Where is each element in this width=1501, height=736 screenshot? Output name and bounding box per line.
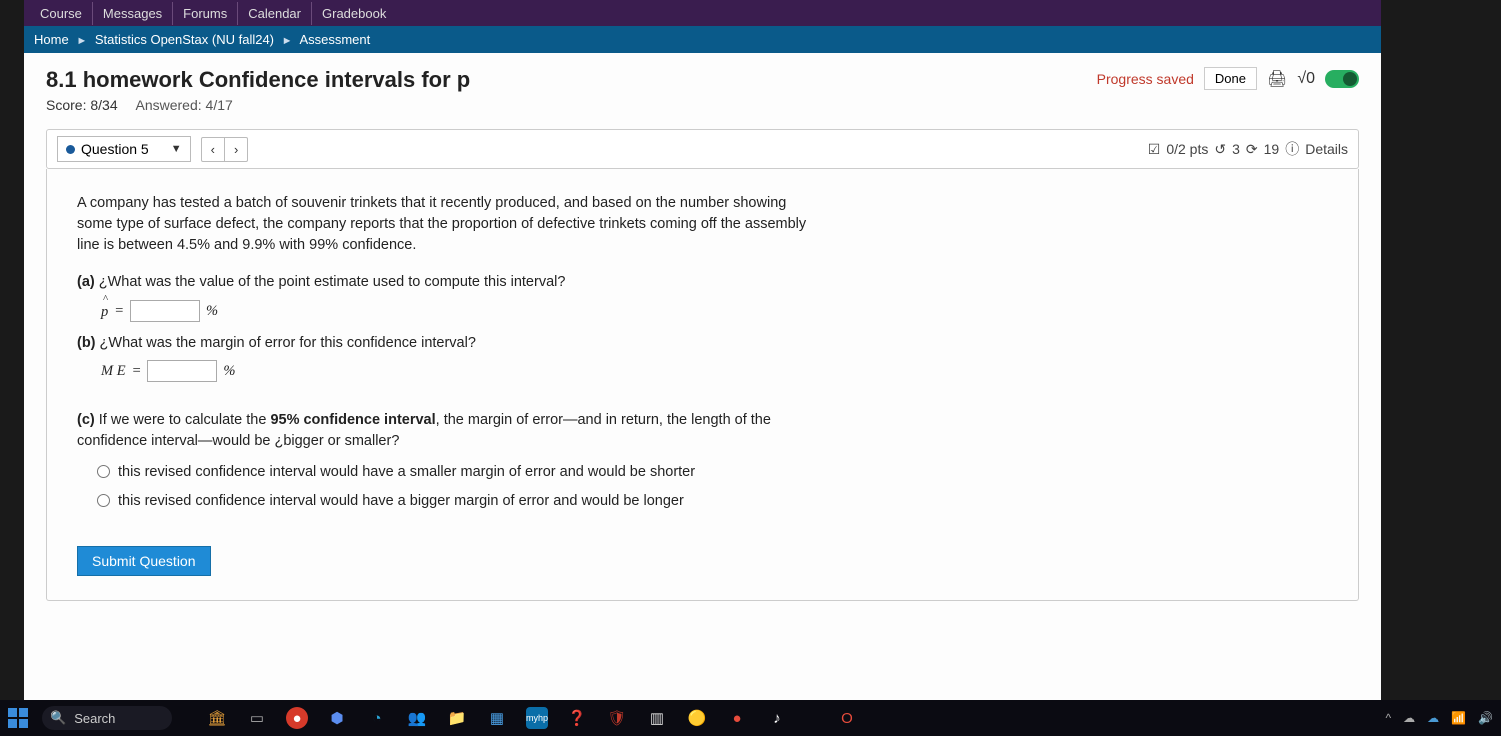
taskbar-app-icon[interactable]: ●	[286, 707, 308, 729]
nav-calendar[interactable]: Calendar	[238, 2, 312, 25]
taskbar-app-icon[interactable]: ⬢	[326, 707, 348, 729]
question-intro: A company has tested a batch of souvenir…	[77, 193, 817, 256]
search-placeholder: Search	[74, 711, 115, 726]
taskbar-search[interactable]: 🔍 Search	[42, 706, 172, 730]
question-nav: ‹ ›	[201, 137, 249, 162]
answered-text: Answered: 4/17	[136, 97, 233, 113]
details-link[interactable]: Details	[1305, 141, 1348, 157]
undo-icon: ↺	[1214, 141, 1226, 158]
tray-wifi-icon[interactable]: 📶	[1451, 711, 1466, 725]
part-a-input[interactable]	[130, 300, 200, 322]
part-b-unit: %	[223, 361, 235, 382]
score-text: Score: 8/34	[46, 97, 118, 113]
breadcrumb: Home ► Statistics OpenStax (NU fall24) ►…	[24, 26, 1381, 53]
question-label: Question 5	[81, 141, 149, 157]
next-question-button[interactable]: ›	[225, 138, 247, 161]
part-b-prompt: ¿What was the margin of error for this c…	[100, 335, 476, 351]
nav-gradebook[interactable]: Gradebook	[312, 2, 396, 25]
taskbar-store-icon[interactable]: ▦	[486, 707, 508, 729]
taskbar-help-icon[interactable]: ❓	[566, 707, 588, 729]
taskbar-taskview-icon[interactable]: ▭	[246, 707, 268, 729]
tray-volume-icon[interactable]: 🔊	[1478, 711, 1493, 725]
taskbar-teams-icon[interactable]: 👥	[406, 707, 428, 729]
retries-text: 3	[1232, 141, 1240, 157]
me-symbol: M E	[101, 361, 126, 382]
radio-bigger[interactable]	[97, 494, 110, 507]
tray-chevron-icon[interactable]: ^	[1385, 711, 1391, 725]
taskbar-explorer-icon[interactable]: 📁	[446, 707, 468, 729]
option-bigger[interactable]: this revised confidence interval would h…	[97, 491, 817, 512]
info-icon[interactable]: ⓘ	[1285, 139, 1299, 159]
attempts-text: 19	[1264, 141, 1280, 157]
p-hat-symbol: p	[101, 299, 108, 323]
crumb-course[interactable]: Statistics OpenStax (NU fall24)	[95, 32, 274, 47]
chevron-right-icon: ►	[76, 35, 87, 47]
taskbar-app-icon[interactable]: myhp	[526, 707, 548, 729]
progress-saved-label: Progress saved	[1097, 71, 1194, 87]
chevron-right-icon: ►	[282, 35, 293, 47]
math-sqrt-icon[interactable]: √0	[1297, 70, 1315, 88]
tray-cloud-icon[interactable]: ☁	[1403, 711, 1415, 725]
part-c-bold: 95% confidence interval	[270, 412, 435, 428]
nav-course[interactable]: Course	[30, 2, 93, 25]
crumb-home[interactable]: Home	[34, 32, 69, 47]
option-bigger-label: this revised confidence interval would h…	[118, 491, 684, 512]
taskbar-opera-icon[interactable]: O	[836, 707, 858, 729]
windows-taskbar: 🔍 Search 🏛 ▭ ● ⬢ ◔ 👥 📁 ▦ myhp ❓ 🛡 ▥ 🟡 ● …	[0, 700, 1501, 736]
done-button[interactable]: Done	[1204, 67, 1257, 90]
tray-onedrive-icon[interactable]: ☁	[1427, 711, 1439, 725]
part-c-label: (c)	[77, 412, 95, 428]
taskbar-app-icon[interactable]: ▥	[646, 707, 668, 729]
radio-smaller[interactable]	[97, 465, 110, 478]
refresh-icon: ⟳	[1246, 141, 1258, 158]
taskbar-chrome-icon[interactable]: 🟡	[686, 707, 708, 729]
settings-toggle[interactable]	[1325, 70, 1359, 88]
part-c-prompt-1: If we were to calculate the	[99, 412, 271, 428]
chevron-down-icon: ▼	[171, 143, 182, 155]
part-a-unit: %	[206, 301, 218, 322]
start-button[interactable]	[8, 708, 28, 728]
submit-question-button[interactable]: Submit Question	[77, 546, 211, 576]
status-dot-icon	[66, 145, 75, 154]
taskbar-tiktok-icon[interactable]: ♪	[766, 707, 788, 729]
option-smaller-label: this revised confidence interval would h…	[118, 462, 695, 483]
checkbox-icon: ☑	[1148, 141, 1161, 158]
page-title: 8.1 homework Confidence intervals for p	[46, 67, 470, 93]
option-smaller[interactable]: this revised confidence interval would h…	[97, 462, 817, 483]
points-text: 0/2 pts	[1166, 141, 1208, 157]
nav-messages[interactable]: Messages	[93, 2, 173, 25]
question-bar: Question 5 ▼ ‹ › ☑ 0/2 pts ↺ 3 ⟳ 19 ⓘ De…	[46, 129, 1359, 169]
taskbar-app-icon[interactable]: 🏛	[206, 707, 228, 729]
crumb-page: Assessment	[299, 32, 370, 47]
prev-question-button[interactable]: ‹	[202, 138, 225, 161]
taskbar-mcafee-icon[interactable]: 🛡	[606, 707, 628, 729]
question-select[interactable]: Question 5 ▼	[57, 136, 191, 162]
nav-forums[interactable]: Forums	[173, 2, 238, 25]
part-b-label: (b)	[77, 335, 96, 351]
search-icon: 🔍	[50, 710, 66, 726]
part-a-label: (a)	[77, 274, 95, 290]
print-icon[interactable]: 🖨	[1267, 69, 1287, 89]
top-nav: Course Messages Forums Calendar Gradeboo…	[24, 0, 1381, 26]
question-body: A company has tested a batch of souvenir…	[46, 169, 1359, 601]
part-a-prompt: ¿What was the value of the point estimat…	[99, 274, 566, 290]
taskbar-app-icon[interactable]: ●	[726, 707, 748, 729]
part-b-input[interactable]	[147, 360, 217, 382]
taskbar-edge-icon[interactable]: ◔	[366, 707, 388, 729]
